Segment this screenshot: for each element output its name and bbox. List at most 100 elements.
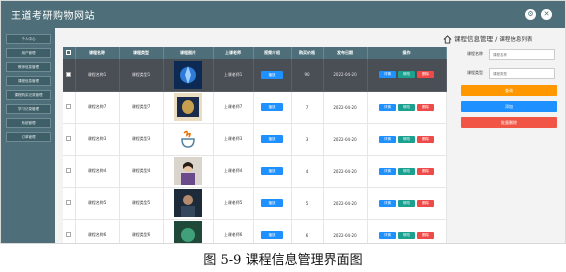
cell-price: 4	[291, 155, 324, 188]
edit-button[interactable]: 修改	[398, 167, 415, 175]
detail-button[interactable]: 详情	[379, 199, 396, 207]
sidebar-item-learning[interactable]: 学习记录管理	[6, 104, 51, 114]
delete-button[interactable]: 删除	[417, 231, 434, 239]
play-video-button[interactable]: 播放	[261, 231, 283, 239]
delete-button[interactable]: 删除	[417, 167, 434, 175]
play-video-button[interactable]: 播放	[261, 70, 283, 79]
table-row[interactable]: 课程名称7 课程类型7 上课老师7 播放 7 2022-04-20 详情 修改 删除	[63, 91, 447, 124]
cell-price: 90	[291, 59, 324, 92]
play-video-button[interactable]: 播放	[261, 103, 283, 111]
app-title: 王道考研购物网站	[11, 11, 95, 22]
sidebar-item-purchases[interactable]: 课程购买记录管理	[6, 90, 51, 100]
delete-button[interactable]: 删除	[417, 135, 434, 143]
table-row[interactable]: 课程名称6 课程类型6 上课老师6 播放 6 2022-04-20 详情 修改 删除	[63, 219, 447, 244]
course-name-label: 课程名称	[467, 51, 483, 56]
cell-course-type: 课程类型1	[119, 59, 164, 92]
play-video-button[interactable]: 播放	[261, 199, 283, 207]
edit-button[interactable]: 修改	[398, 103, 415, 111]
delete-button[interactable]: 删除	[417, 103, 434, 111]
sidebar-item-profile[interactable]: 个人中心	[6, 34, 51, 44]
col-header-image: 课程图片	[163, 47, 214, 59]
detail-button[interactable]: 详情	[379, 103, 396, 111]
sidebar-item-system[interactable]: 系统管理	[6, 118, 51, 128]
row-checkbox[interactable]	[66, 104, 72, 109]
close-icon[interactable]: ✕	[541, 9, 552, 20]
cell-video: 播放	[253, 91, 292, 124]
breadcrumb-page: 课程信息列表	[499, 37, 533, 43]
row-checkbox[interactable]	[66, 168, 72, 173]
sidebar-item-teachers[interactable]: 教师信息管理	[6, 62, 51, 72]
edit-button[interactable]: 修改	[398, 199, 415, 207]
cell-teacher: 上课老师5	[213, 187, 254, 220]
sidebar-item-users[interactable]: 用户管理	[6, 48, 51, 58]
table-row[interactable]: 课程名称5 课程类型5 上课老师5 播放 5 2022-04-20 详情 修改 删除	[63, 187, 447, 220]
select-all-checkbox[interactable]	[66, 50, 72, 55]
table-row[interactable]: 课程名称1 课程类型1 上课老师1 播放 90 2022-04-20 详情 修改 删除	[63, 59, 447, 92]
sidebar-item-courses[interactable]: 课程信息管理	[6, 76, 51, 86]
course-name-input[interactable]	[489, 49, 555, 60]
detail-button[interactable]: 详情	[379, 167, 396, 175]
cell-actions: 详情 修改 删除	[367, 155, 447, 188]
row-checkbox[interactable]	[66, 232, 72, 237]
course-type-label: 课程类型	[467, 70, 483, 75]
play-video-button[interactable]: 播放	[261, 167, 283, 175]
home-icon[interactable]	[443, 34, 452, 44]
detail-button[interactable]: 详情	[379, 231, 396, 239]
table-row[interactable]: 课程名称3 课程类型3 上课老师3 播放 3 2022-04-20 详情 修改 删除	[63, 123, 447, 156]
course-thumbnail[interactable]	[174, 157, 202, 185]
settings-icon[interactable]: ⚙	[525, 9, 536, 20]
col-header-date: 发布日期	[323, 47, 368, 59]
cell-price: 3	[291, 123, 324, 156]
delete-button[interactable]: 删除	[417, 199, 434, 207]
search-button[interactable]: 查询	[461, 85, 557, 96]
select-all-checkbox-cell	[63, 47, 76, 59]
detail-button[interactable]: 详情	[379, 135, 396, 143]
row-checkbox[interactable]	[66, 71, 72, 77]
cell-actions: 详情 修改 删除	[367, 91, 447, 124]
row-checkbox-cell	[63, 187, 76, 220]
row-checkbox[interactable]	[66, 200, 72, 205]
col-header-video: 视频介绍	[253, 47, 292, 59]
cell-course-name: 课程名称5	[75, 187, 120, 220]
cell-course-name: 课程名称6	[75, 219, 120, 243]
add-button[interactable]: 添加	[461, 101, 557, 112]
cell-price: 7	[291, 91, 324, 124]
edit-button[interactable]: 修改	[398, 71, 415, 79]
col-header-actions: 操作	[367, 47, 447, 59]
table-row[interactable]: 课程名称4 课程类型4 上课老师4 播放 4 2022-04-20 详情 修改 删除	[63, 155, 447, 188]
col-header-name: 课程名称	[75, 47, 120, 59]
cell-course-type: 课程类型7	[119, 91, 164, 124]
cell-course-type: 课程类型3	[119, 123, 164, 156]
row-checkbox[interactable]	[66, 136, 72, 141]
batch-delete-button[interactable]: 批量删除	[461, 117, 557, 128]
detail-button[interactable]: 详情	[379, 71, 396, 79]
course-type-input[interactable]	[489, 68, 555, 79]
edit-button[interactable]: 修改	[398, 231, 415, 239]
row-checkbox-cell	[63, 59, 76, 92]
course-thumbnail[interactable]	[174, 221, 202, 244]
breadcrumb: 课程信息管理 / 课程信息列表	[443, 33, 532, 44]
course-thumbnail[interactable]	[174, 189, 202, 217]
cell-date: 2022-04-20	[323, 219, 368, 243]
search-panel: 课程名称 课程类型 查询 添加 批量删除	[461, 47, 559, 243]
row-checkbox-cell	[63, 123, 76, 156]
cell-teacher: 上课老师3	[213, 123, 254, 156]
course-thumbnail[interactable]	[174, 93, 202, 121]
cell-course-name: 课程名称4	[75, 155, 120, 188]
cell-date: 2022-04-20	[323, 155, 368, 188]
cell-course-image	[163, 219, 214, 244]
sidebar: 个人中心 用户管理 教师信息管理 课程信息管理 课程购买记录管理 学习记录管理 …	[1, 28, 55, 243]
sidebar-item-orders[interactable]: 订单管理	[6, 132, 51, 142]
edit-button[interactable]: 修改	[398, 135, 415, 143]
cell-teacher: 上课老师6	[213, 219, 254, 243]
breadcrumb-current[interactable]: 课程信息管理	[454, 35, 493, 43]
cell-video: 播放	[253, 123, 292, 156]
app-screenshot: 王道考研购物网站 ⚙ ✕ 个人中心 用户管理 教师信息管理 课程信息管理 课程购…	[0, 0, 566, 244]
delete-button[interactable]: 删除	[417, 71, 434, 79]
cell-teacher: 上课老师1	[213, 59, 254, 92]
table-body: 课程名称1 课程类型1 上课老师1 播放 90 2022-04-20 详情 修改 删除 课程名称7…	[63, 59, 447, 244]
course-thumbnail[interactable]	[174, 60, 202, 89]
course-thumbnail[interactable]	[174, 125, 202, 153]
cell-video: 播放	[253, 155, 292, 188]
play-video-button[interactable]: 播放	[261, 135, 283, 143]
